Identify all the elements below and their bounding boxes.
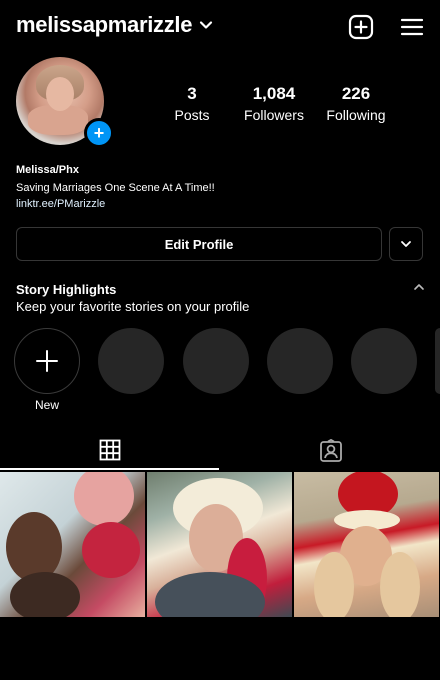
grid-icon [99,439,120,461]
chevron-down-icon [200,21,213,29]
post-thumbnail[interactable] [294,472,439,617]
highlight-placeholder [435,328,440,394]
tab-posts-grid[interactable] [0,432,219,470]
new-post-icon[interactable] [348,14,374,40]
edit-profile-button[interactable]: Edit Profile [16,227,382,261]
highlight-placeholder [267,328,333,394]
bio-name: Melissa/Phx [16,164,79,176]
plus-icon [36,350,58,372]
post-thumbnail[interactable] [147,472,292,617]
tab-tagged[interactable] [221,432,440,470]
following-count: 226 [341,84,371,103]
highlight-placeholder [351,328,417,394]
highlights-title: Story Highlights [16,282,117,297]
highlights-subtitle: Keep your favorite stories on your profi… [16,299,250,314]
post-thumbnail[interactable] [0,472,145,617]
highlight-placeholder [183,328,249,394]
add-story-icon[interactable]: + [84,118,114,148]
new-highlight-button[interactable] [14,328,80,394]
discover-people-button[interactable] [389,227,423,261]
chevron-down-icon [401,241,411,247]
chevron-up-icon[interactable] [412,280,426,294]
tagged-person-icon [319,439,342,462]
bio-text: Saving Marriages One Scene At A Time!! [16,182,215,194]
highlight-placeholder [98,328,164,394]
bio-link[interactable]: linktr.ee/PMarizzle [16,198,105,210]
username: melissapmarizzle [16,12,193,37]
following-label: Following [326,107,386,123]
new-highlight-label: New [34,398,59,412]
menu-icon[interactable] [399,14,425,40]
username-switcher[interactable]: melissapmarizzle [16,12,214,38]
following-stat[interactable]: 226 Following [306,84,406,123]
